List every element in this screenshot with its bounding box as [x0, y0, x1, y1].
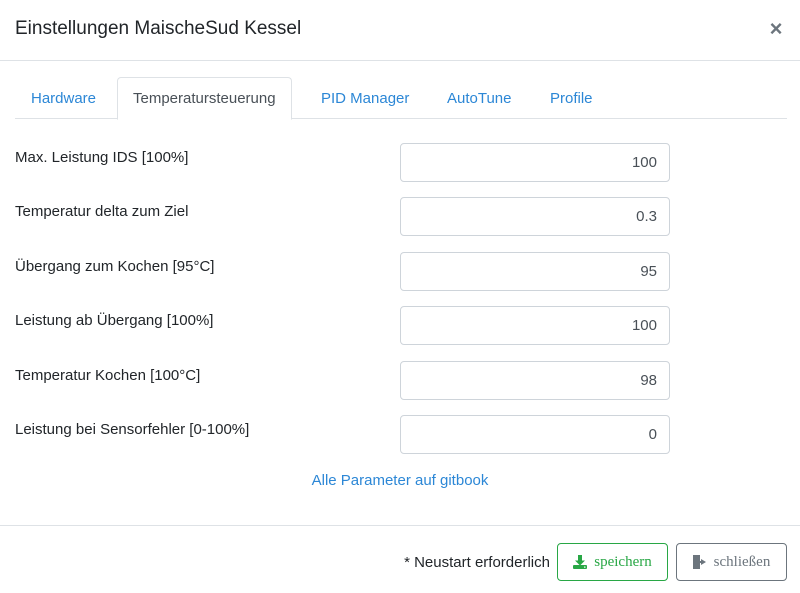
- form-row-boil-temp: Temperatur Kochen [100°C]: [15, 361, 670, 401]
- field-label: Übergang zum Kochen [95°C]: [15, 258, 215, 275]
- close-button[interactable]: schließen: [676, 543, 787, 581]
- tab-hardware[interactable]: Hardware: [15, 77, 112, 119]
- field-label: Leistung bei Sensorfehler [0-100%]: [15, 421, 250, 438]
- modal-title: Einstellungen MaischeSud Kessel: [15, 18, 302, 39]
- settings-modal: Einstellungen MaischeSud Kessel × Hardwa…: [0, 0, 800, 593]
- form-row-sensor-error-power: Leistung bei Sensorfehler [0-100%]: [15, 415, 670, 455]
- download-icon: [573, 555, 588, 569]
- sensor-error-power-input[interactable]: [400, 415, 670, 454]
- boil-transition-input[interactable]: [400, 252, 670, 291]
- form-row-max-power: Max. Leistung IDS [100%]: [15, 143, 670, 183]
- restart-note: * Neustart erforderlich: [404, 554, 550, 571]
- door-exit-icon: [692, 554, 707, 570]
- field-label: Temperatur delta zum Ziel: [15, 203, 189, 220]
- form-row-temp-delta: Temperatur delta zum Ziel: [15, 197, 670, 237]
- gitbook-link[interactable]: Alle Parameter auf gitbook: [0, 472, 800, 489]
- field-label: Max. Leistung IDS [100%]: [15, 149, 189, 166]
- tab-bar: Hardware Temperatursteuerung PID Manager…: [15, 77, 787, 120]
- save-label: speichern: [594, 553, 652, 570]
- field-label: Temperatur Kochen [100°C]: [15, 367, 201, 384]
- tab-pid-manager[interactable]: PID Manager: [305, 77, 425, 119]
- temp-delta-input[interactable]: [400, 197, 670, 236]
- power-after-transition-input[interactable]: [400, 306, 670, 345]
- modal-footer: * Neustart erforderlich speichern schlie…: [0, 525, 800, 593]
- modal-header: Einstellungen MaischeSud Kessel ×: [0, 0, 800, 61]
- save-button[interactable]: speichern: [557, 543, 668, 581]
- field-label: Leistung ab Übergang [100%]: [15, 312, 214, 329]
- tab-autotune[interactable]: AutoTune: [431, 77, 528, 119]
- form-row-power-after-transition: Leistung ab Übergang [100%]: [15, 306, 670, 346]
- form-row-boil-transition: Übergang zum Kochen [95°C]: [15, 252, 670, 292]
- close-icon[interactable]: ×: [766, 16, 786, 42]
- tab-temperatursteuerung[interactable]: Temperatursteuerung: [117, 77, 292, 120]
- tab-profile[interactable]: Profile: [534, 77, 609, 119]
- boil-temp-input[interactable]: [400, 361, 670, 400]
- max-power-input[interactable]: [400, 143, 670, 182]
- close-label: schließen: [713, 553, 771, 570]
